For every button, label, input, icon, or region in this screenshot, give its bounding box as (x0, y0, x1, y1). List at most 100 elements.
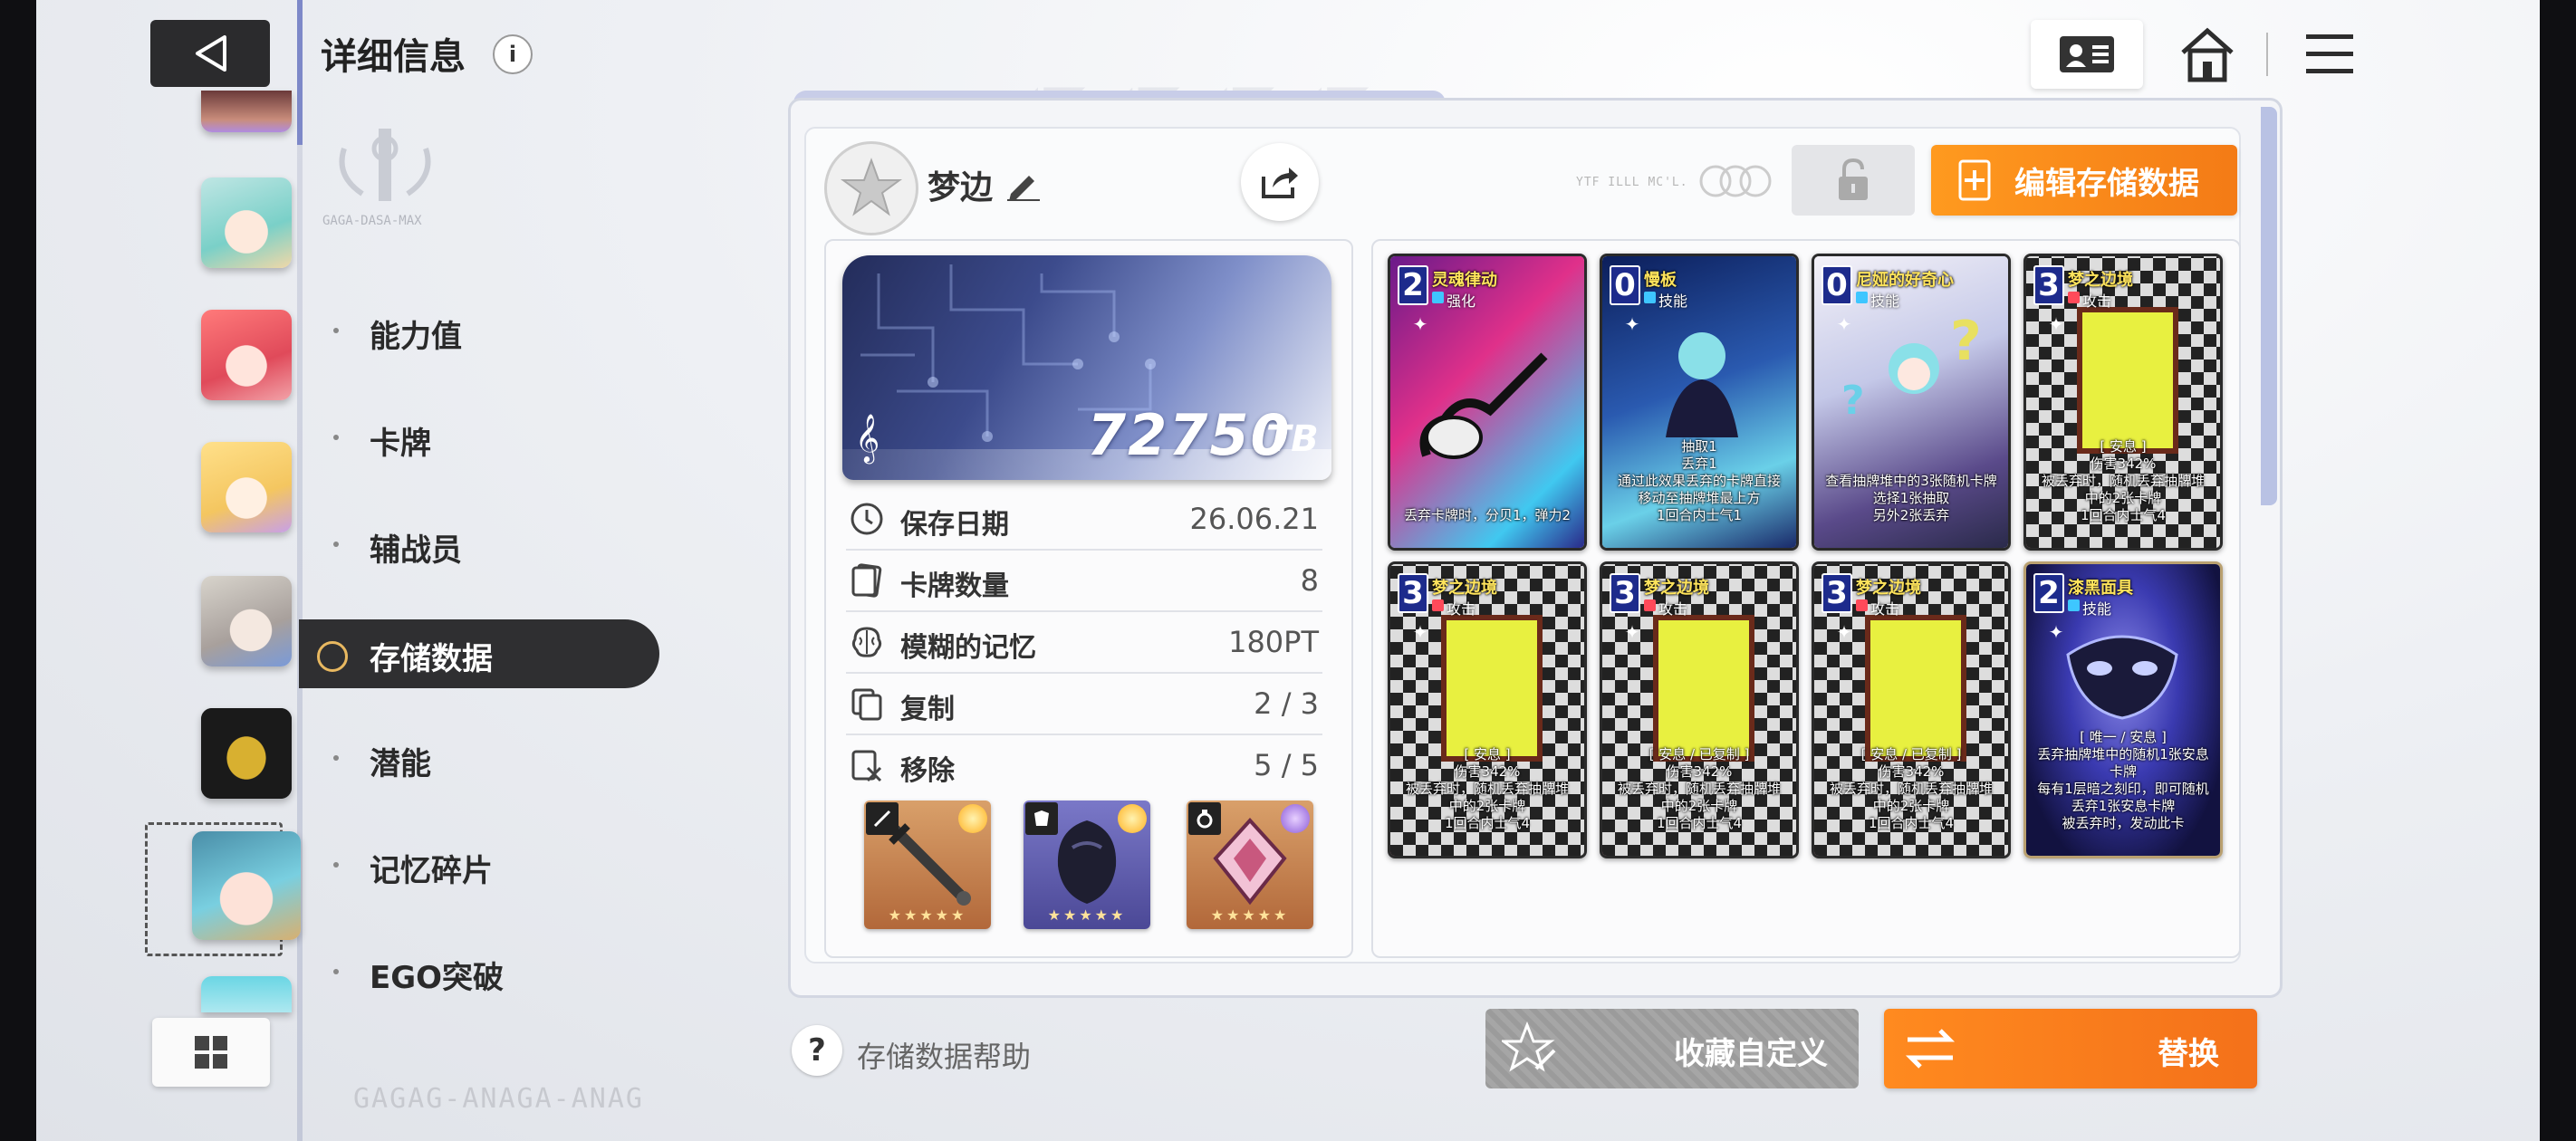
grid-icon (195, 1036, 227, 1069)
card-6[interactable]: 3 梦之边境 攻击 ✦ [ 安息 / 已复制 ] 伤害342% 被丢弃时，随机丢… (1812, 561, 2011, 858)
card-name: 尼娅的好奇心 (1856, 271, 1954, 290)
lock-button[interactable] (1792, 145, 1915, 216)
panel-side-strip (2261, 107, 2277, 505)
footer-code: GAGAG-ANAGA-ANAG (353, 1083, 644, 1115)
stat-row-remove: 移除 5 / 5 (846, 735, 1322, 795)
character-avatar-5[interactable] (201, 708, 292, 799)
tb-unit: TB (1266, 418, 1319, 460)
save-name: 梦边 (928, 169, 994, 206)
doorway-art (1653, 615, 1754, 762)
card-cost: 2 (2033, 573, 2064, 613)
character-avatar-7[interactable] (201, 976, 292, 1012)
nav-bullet (333, 328, 339, 333)
edit-save-data-button[interactable]: 编辑存储数据 (1931, 145, 2237, 216)
grid-view-button[interactable] (152, 1018, 270, 1087)
card-0[interactable]: 2 灵魂律动 强化 ✦ 丢弃卡牌时，分贝1，弹力2 (1388, 254, 1587, 551)
stat-row-copy: 复制 2 / 3 (846, 674, 1322, 735)
pencil-icon (1007, 176, 1040, 201)
help-icon[interactable]: ? (792, 1025, 842, 1076)
home-icon (2181, 27, 2234, 82)
card-5[interactable]: 3 梦之边境 攻击 ✦ [ 安息 / 已复制 ] 伤害342% 被丢弃时，随机丢… (1600, 561, 1799, 858)
stat-row-fuzzy-memory: 模糊的记忆 180PT (846, 612, 1322, 674)
nav-bullet (333, 542, 339, 547)
gear-icon: ✦ (1412, 621, 1428, 643)
rename-button[interactable] (1005, 168, 1042, 205)
nav-item-ego-breakthrough[interactable]: EGO突破 (370, 953, 504, 997)
card-name: 慢板 (1644, 271, 1677, 290)
nav-item-potential[interactable]: 潜能 (370, 739, 431, 783)
guitar-art-icon (1419, 352, 1548, 459)
edit-save-data-label: 编辑存储数据 (2014, 165, 2199, 202)
card-description: 丢弃卡牌时，分贝1，弹力2 (1403, 507, 1572, 523)
equipment-stars: ★★★★★ (888, 906, 967, 924)
stat-label: 模糊的记忆 (900, 632, 1036, 664)
card-4[interactable]: 3 梦之边境 攻击 ✦ [ 安息 ] 伤害342% 被丢弃时，随机丢弃抽牌堆中的… (1388, 561, 1587, 858)
nav-item-stats[interactable]: 能力值 (370, 312, 462, 356)
stat-label: 卡牌数量 (900, 570, 1009, 602)
active-indicator-icon (317, 641, 348, 672)
card-name: 漆黑面具 (2068, 579, 2133, 598)
card-cost: 3 (2033, 265, 2064, 305)
help-link[interactable]: 存储数据帮助 (857, 1034, 1031, 1076)
menu-button[interactable] (2304, 29, 2355, 83)
card-type-icon (1856, 292, 1868, 303)
character-avatar-4[interactable] (201, 576, 292, 666)
card-type-icon (2068, 292, 2080, 303)
replace-button[interactable]: 替换 (1884, 1009, 2257, 1088)
card-type-icon (1432, 292, 1444, 303)
question-mark-art-icon: ?? (1841, 310, 1982, 424)
character-avatar-3[interactable] (201, 442, 292, 532)
home-button[interactable] (2177, 25, 2237, 87)
unlock-icon (1839, 158, 1868, 200)
ring-slot-icon (1188, 802, 1221, 835)
info-icon[interactable]: i (493, 34, 533, 74)
equipment-slot-weapon[interactable]: ★★★★★ (864, 801, 991, 929)
character-avatar-2[interactable] (201, 310, 292, 400)
card-type-icon (1432, 599, 1444, 611)
nav-bullet (333, 435, 339, 440)
back-button[interactable] (150, 20, 270, 87)
character-avatar-0[interactable] (201, 91, 292, 132)
equipment-slot-armor[interactable]: ★★★★★ (1024, 801, 1150, 929)
card-cost: 3 (1610, 573, 1640, 613)
toolbar-separator (2266, 33, 2268, 76)
card-description: [ 安息 / 已复制 ] 伤害342% 被丢弃时，随机丢弃抽牌堆中的2张卡牌 1… (1829, 746, 1993, 831)
card-3[interactable]: 3 梦之边境 攻击 ✦ [ 安息 ] 伤害342% 被丢弃时，随机丢弃抽牌堆中的… (2023, 254, 2223, 551)
card-type: 技能 (1658, 292, 1688, 310)
favorite-custom-button[interactable]: 收藏自定义 (1485, 1009, 1859, 1088)
gear-icon: ✦ (1836, 313, 1852, 335)
nav-item-supporters[interactable]: 辅战员 (370, 525, 462, 570)
page-title: 详细信息 (321, 36, 466, 78)
card-name: 灵魂律动 (1432, 271, 1497, 290)
character-avatar-1[interactable] (201, 177, 292, 268)
stat-value: 5 / 5 (1254, 748, 1319, 782)
card-name: 梦之边境 (1644, 579, 1709, 598)
sidebar-divider-accent (297, 0, 303, 145)
share-button[interactable] (1241, 143, 1319, 221)
doorway-art (1865, 615, 1966, 762)
card-2[interactable]: ?? 0 尼娅的好奇心 技能 ✦ 查看抽牌堆中的3张随机卡牌 选择1张抽取 另外… (1812, 254, 2011, 551)
character-avatar-selected[interactable] (192, 831, 301, 940)
svg-text:?: ? (1950, 310, 1982, 373)
card-cost: 0 (1821, 265, 1852, 305)
card-type: 攻击 (1658, 600, 1688, 618)
card-1[interactable]: 0 慢板 技能 ✦ 抽取1 丢弃1 通过此效果丢弃的卡牌直接移动至抽牌堆最上方 … (1600, 254, 1799, 551)
card-cost: 3 (1821, 573, 1852, 613)
card-7[interactable]: 2 漆黑面具 技能 ✦ [ 唯一 / 安息 ] 丢弃抽牌堆中的随机1张安息卡牌 … (2023, 561, 2223, 858)
nav-bullet (333, 862, 339, 868)
stat-label: 复制 (900, 694, 955, 725)
card-description: [ 安息 / 已复制 ] 伤害342% 被丢弃时，随机丢弃抽牌堆中的2张卡牌 1… (1617, 746, 1781, 831)
card-description: [ 唯一 / 安息 ] 丢弃抽牌堆中的随机1张安息卡牌 每有1层暗之刻印，即可随… (2037, 729, 2209, 831)
stat-row-save-date: 保存日期 26.06.21 (846, 489, 1322, 551)
card-description: [ 安息 ] 伤害342% 被丢弃时，随机丢弃抽牌堆中的2张卡牌 1回合内士气4 (1405, 746, 1569, 831)
nav-item-cards[interactable]: 卡牌 (370, 418, 431, 463)
hamburger-menu-icon (2306, 34, 2353, 73)
card-type-icon (1644, 292, 1656, 303)
profile-card-button[interactable] (2031, 20, 2143, 89)
remove-icon (851, 750, 882, 782)
card-type-icon (1856, 599, 1868, 611)
tb-value: 72750 (1087, 402, 1292, 468)
equipment-slot-accessory[interactable]: ★★★★★ (1187, 801, 1313, 929)
nav-item-memory-fragments[interactable]: 记忆碎片 (370, 846, 493, 890)
doorway-art (2077, 307, 2178, 454)
